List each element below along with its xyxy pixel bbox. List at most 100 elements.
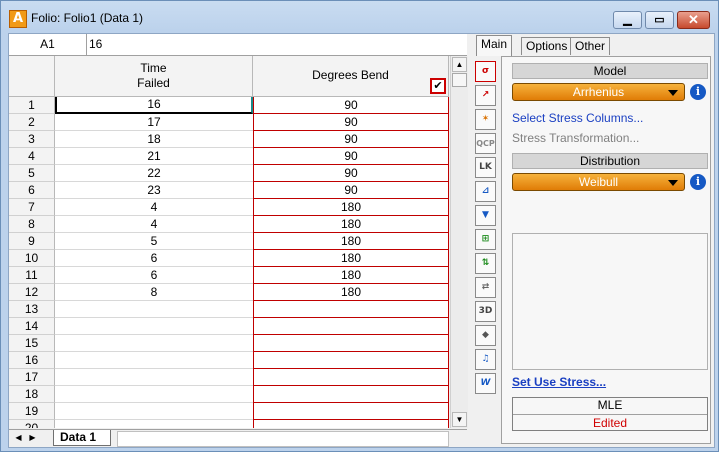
plot-icon[interactable]: ↗	[475, 85, 496, 106]
model-dropdown[interactable]: Arrhenius	[512, 83, 685, 101]
set-use-stress-link[interactable]: Set Use Stress...	[512, 375, 606, 389]
cell-time-failed[interactable]: 4	[55, 199, 253, 216]
cell-time-failed[interactable]	[55, 335, 253, 352]
cell-time-failed[interactable]	[55, 318, 253, 335]
column-header-time-failed[interactable]: Time Failed	[55, 56, 253, 97]
row-number[interactable]: 17	[9, 369, 55, 386]
cell-time-failed[interactable]: 17	[55, 114, 253, 131]
row-number[interactable]: 15	[9, 335, 55, 352]
cell-degrees-bend[interactable]	[253, 369, 449, 386]
maximize-button[interactable]: ▭	[645, 11, 674, 29]
cell-time-failed[interactable]: 8	[55, 284, 253, 301]
cell-degrees-bend[interactable]	[253, 335, 449, 352]
cell-degrees-bend[interactable]	[253, 420, 449, 428]
row-number[interactable]: 7	[9, 199, 55, 216]
horizontal-scrollbar[interactable]	[117, 431, 449, 447]
batch-icon[interactable]: ⊞	[475, 229, 496, 250]
cell-degrees-bend[interactable]: 180	[253, 199, 449, 216]
qcp-icon[interactable]: QCP	[475, 133, 496, 154]
cell-time-failed[interactable]	[55, 386, 253, 403]
3d-plot-icon[interactable]: 3D	[475, 301, 496, 322]
cell-degrees-bend[interactable]	[253, 386, 449, 403]
row-number[interactable]: 12	[9, 284, 55, 301]
cell-time-failed[interactable]	[55, 369, 253, 386]
distribution-dropdown[interactable]: Weibull	[512, 173, 685, 191]
cell-time-failed[interactable]: 6	[55, 250, 253, 267]
row-number[interactable]: 20	[9, 420, 55, 428]
cell-time-failed[interactable]	[55, 420, 253, 428]
calculate-icon[interactable]: σ	[475, 61, 496, 82]
transfer-icon[interactable]: ⇅	[475, 253, 496, 274]
row-number[interactable]: 18	[9, 386, 55, 403]
scroll-down-button[interactable]: ▼	[452, 412, 467, 427]
cell-degrees-bend[interactable]	[253, 301, 449, 318]
cell-degrees-bend[interactable]: 180	[253, 250, 449, 267]
row-number[interactable]: 4	[9, 148, 55, 165]
row-number[interactable]: 10	[9, 250, 55, 267]
row-number[interactable]: 2	[9, 114, 55, 131]
estimation-status-box[interactable]: MLE Edited	[512, 397, 708, 431]
cell-time-failed[interactable]: 18	[55, 131, 253, 148]
row-number[interactable]: 3	[9, 131, 55, 148]
row-number[interactable]: 9	[9, 233, 55, 250]
report-icon[interactable]: ♫	[475, 349, 496, 370]
row-number[interactable]: 6	[9, 182, 55, 199]
minimize-button[interactable]: ▁	[613, 11, 642, 29]
select-stress-columns-link[interactable]: Select Stress Columns...	[512, 111, 643, 125]
scroll-up-button[interactable]: ▲	[452, 57, 467, 72]
filter-icon[interactable]: ▼	[475, 205, 496, 226]
row-number[interactable]: 5	[9, 165, 55, 182]
cell-degrees-bend[interactable]: 180	[253, 284, 449, 301]
tab-next-button[interactable]: ▶	[27, 432, 38, 444]
vertical-scrollbar[interactable]: ▲ ▼	[450, 56, 468, 428]
row-number[interactable]: 14	[9, 318, 55, 335]
tab-main[interactable]: Main	[476, 35, 513, 56]
cell-time-failed[interactable]: 22	[55, 165, 253, 182]
cell-degrees-bend[interactable]	[253, 403, 449, 420]
tag-icon[interactable]: ◆	[475, 325, 496, 346]
cell-degrees-bend[interactable]: 90	[253, 97, 449, 114]
cell-time-failed[interactable]	[55, 403, 253, 420]
cell-time-failed[interactable]: 4	[55, 216, 253, 233]
cell-time-failed[interactable]: 5	[55, 233, 253, 250]
cell-degrees-bend[interactable]: 90	[253, 114, 449, 131]
stress-column-checkbox[interactable]: ✔	[430, 78, 446, 94]
scroll-thumb[interactable]	[452, 73, 467, 87]
cell-degrees-bend[interactable]: 180	[253, 267, 449, 284]
tab-prev-button[interactable]: ◀	[13, 432, 24, 444]
distribution-info-icon[interactable]: i	[690, 174, 706, 190]
table-icon[interactable]: ⇄	[475, 277, 496, 298]
probability-plot-icon[interactable]: ⊿	[475, 181, 496, 202]
cell-time-failed[interactable]: 21	[55, 148, 253, 165]
corner-header[interactable]	[9, 56, 55, 97]
formula-input[interactable]: 16	[89, 34, 102, 55]
tab-other[interactable]: Other	[570, 37, 611, 55]
sheet-tab-data1[interactable]: Data 1	[53, 430, 112, 446]
model-info-icon[interactable]: i	[690, 84, 706, 100]
row-number[interactable]: 13	[9, 301, 55, 318]
cell-degrees-bend[interactable]	[253, 352, 449, 369]
cell-degrees-bend[interactable]: 90	[253, 165, 449, 182]
row-number[interactable]: 16	[9, 352, 55, 369]
cell-reference[interactable]: A1	[9, 34, 87, 55]
row-number[interactable]: 1	[9, 97, 55, 114]
cell-degrees-bend[interactable]: 180	[253, 216, 449, 233]
cell-time-failed[interactable]: 6	[55, 267, 253, 284]
title-bar[interactable]: A Folio: Folio1 (Data 1) ▁ ▭ ✕	[1, 1, 718, 33]
column-header-degrees-bend[interactable]: Degrees Bend ✔	[253, 56, 449, 97]
close-button[interactable]: ✕	[677, 11, 710, 29]
tab-options[interactable]: Options	[521, 37, 573, 55]
word-icon[interactable]: W	[475, 373, 496, 394]
cell-degrees-bend[interactable]: 180	[253, 233, 449, 250]
cell-time-failed[interactable]: 16	[55, 97, 253, 114]
cell-degrees-bend[interactable]: 90	[253, 182, 449, 199]
cell-degrees-bend[interactable]: 90	[253, 148, 449, 165]
row-number[interactable]: 11	[9, 267, 55, 284]
cell-time-failed[interactable]: 23	[55, 182, 253, 199]
analysis-icon[interactable]: ✶	[475, 109, 496, 130]
row-number[interactable]: 19	[9, 403, 55, 420]
lk-icon[interactable]: LK	[475, 157, 496, 178]
cell-time-failed[interactable]	[55, 352, 253, 369]
cell-time-failed[interactable]	[55, 301, 253, 318]
cell-degrees-bend[interactable]	[253, 318, 449, 335]
